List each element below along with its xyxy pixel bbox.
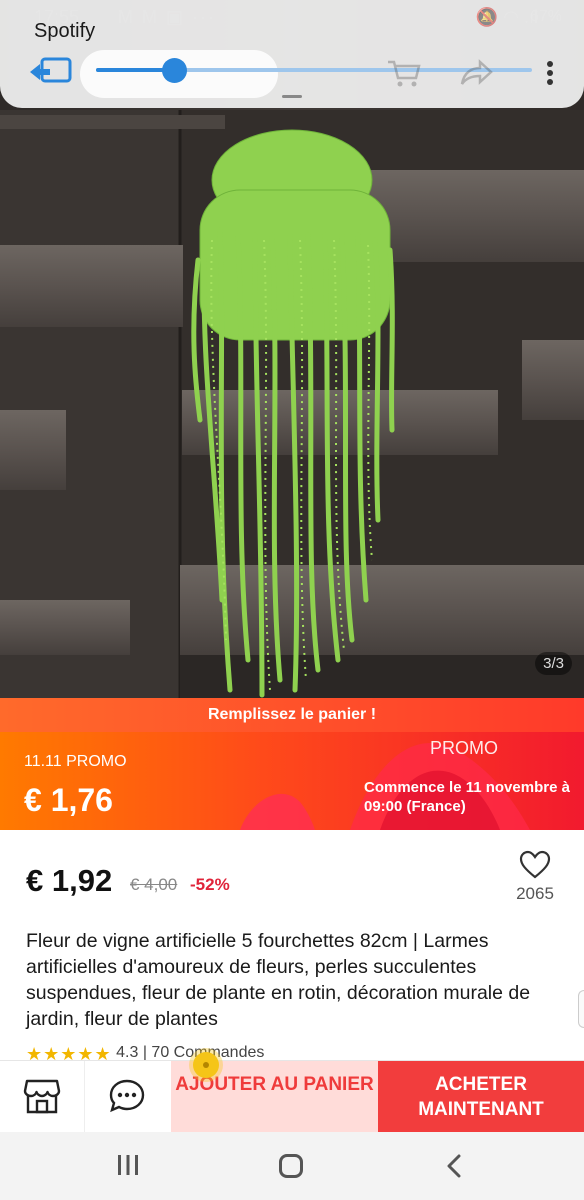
buy-now-button[interactable]: ACHETER MAINTENANT	[378, 1061, 584, 1133]
edge-panel-handle[interactable]	[578, 990, 584, 1028]
wishlist-count: 2065	[516, 884, 554, 903]
home-icon[interactable]	[279, 1154, 303, 1178]
more-options-icon[interactable]	[546, 60, 554, 86]
recent-apps-icon[interactable]	[117, 1154, 139, 1176]
signal-icons: 🔕 ◠ .ıl	[475, 7, 538, 27]
cart-icon[interactable]	[386, 58, 422, 88]
promo-banner[interactable]: 11.11 PROMO € 1,76 PROMO Commence le 11 …	[0, 732, 584, 830]
share-icon[interactable]	[458, 58, 494, 88]
discount-percent: -52%	[190, 875, 230, 894]
cast-icon[interactable]	[28, 56, 74, 88]
product-title: Fleur de vigne artificielle 5 fourchette…	[26, 930, 531, 1030]
panel-drag-handle[interactable]	[282, 95, 302, 98]
promo-price: € 1,76	[24, 782, 113, 818]
image-counter: 3/3	[535, 652, 572, 675]
promo-label: 11.11 PROMO	[24, 753, 127, 770]
heart-icon	[519, 850, 551, 879]
original-price: € 4,00	[130, 875, 178, 894]
battery-level: 67%	[529, 8, 562, 25]
current-price: € 1,92	[26, 863, 113, 898]
back-icon[interactable]	[444, 1154, 464, 1178]
store-button[interactable]	[0, 1061, 85, 1133]
bottom-action-bar: AJOUTER AU PANIER ACHETER MAINTENANT	[0, 1060, 584, 1133]
wishlist-button[interactable]: 2065	[510, 850, 560, 904]
promo-tag: PROMO	[430, 738, 499, 758]
notification-icons: M M ▣ ···	[118, 7, 216, 27]
system-navigation-bar	[0, 1132, 584, 1200]
fill-cart-banner[interactable]: Remplissez le panier !	[0, 698, 584, 732]
rating-and-orders: 4.3 | 70 Commandes	[116, 1044, 265, 1061]
spotify-app-name: Spotify	[34, 20, 96, 42]
chat-icon	[109, 1079, 145, 1113]
promo-start-date: Commence le 11 novembre à 09:00 (France)	[364, 779, 570, 815]
chat-seller-button[interactable]	[85, 1061, 171, 1133]
store-icon	[23, 1079, 61, 1114]
touch-indicator	[193, 1052, 219, 1078]
